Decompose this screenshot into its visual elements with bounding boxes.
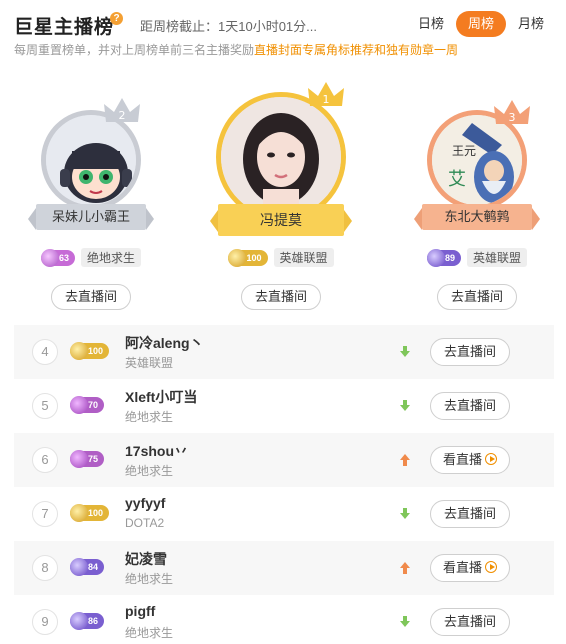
subtitle: 每周重置榜单，并对上周榜单前三名主播奖励直播封面专属角标推荐和独有勋章一周 <box>14 41 458 58</box>
trend-up-icon <box>400 454 410 466</box>
level-orb-icon <box>70 612 88 630</box>
go-live-room-button[interactable]: 去直播间 <box>430 500 510 528</box>
level-badge: 86 <box>70 612 105 630</box>
trend-down-icon <box>400 616 410 627</box>
svg-text:1: 1 <box>323 93 330 106</box>
question-icon[interactable]: ? <box>110 12 123 25</box>
rank-number: 8 <box>32 555 58 581</box>
level-badge: 89 <box>426 248 461 267</box>
level-badge: 100 <box>70 504 110 522</box>
watch-live-button[interactable]: 看直播 <box>430 554 510 582</box>
podium-rank-3: 王元 艾 3 东北大鹌鹑 89 英雄联盟 去直播间 <box>412 80 542 310</box>
streamer-name-ribbon: 东北大鹌鹑 <box>414 204 540 230</box>
gold-crown-icon: 1 <box>308 82 344 106</box>
tab-daily[interactable]: 日榜 <box>410 11 452 37</box>
level-orb-icon <box>228 248 247 267</box>
svg-text:王元: 王元 <box>452 144 476 158</box>
streamer-name[interactable]: 妃凌雪 <box>125 549 167 569</box>
game-name: 绝地求生 <box>125 410 174 424</box>
rank-number: 6 <box>32 447 58 473</box>
tab-monthly[interactable]: 月榜 <box>510 11 552 37</box>
list-item: 7 100 yyfyyf DOTA2 去直播间 <box>14 487 554 541</box>
level-badge: 75 <box>70 450 105 468</box>
trend-down-icon <box>400 508 410 519</box>
deadline-text: 距周榜截止：1天10小时01分... <box>140 19 317 34</box>
streamer-meta: 63 绝地求生 <box>26 248 156 267</box>
avatar-wrap: 1 冯提莫 <box>210 80 352 236</box>
go-live-room-button[interactable]: 去直播间 <box>51 284 131 310</box>
streamer-meta: 100 英雄联盟 <box>216 248 346 267</box>
podium-rank-2: 2 呆妹儿小霸王 63 绝地求生 去直播间 <box>26 80 156 310</box>
go-live-room-button[interactable]: 去直播间 <box>241 284 321 310</box>
streamer-meta: 89 英雄联盟 <box>412 248 542 267</box>
rank-number: 5 <box>32 393 58 419</box>
level-orb-icon <box>70 450 88 468</box>
header: 巨星主播榜 ? 距周榜截止：1天10小时01分... 日榜 周榜 月榜 <box>14 10 554 40</box>
avatar[interactable] <box>216 92 346 222</box>
svg-text:3: 3 <box>509 111 516 124</box>
podium-rank-1: 1 冯提莫 100 英雄联盟 去直播间 <box>210 80 352 310</box>
level-badge: 100 <box>70 342 110 360</box>
play-icon <box>485 453 497 465</box>
rank-number: 9 <box>32 609 58 635</box>
streamer-name-ribbon: 冯提莫 <box>210 204 352 236</box>
level-orb-icon <box>70 396 88 414</box>
silver-crown-icon: 2 <box>104 98 140 122</box>
list-item: 8 84 妃凌雪 绝地求生 看直播 <box>14 541 554 595</box>
game-name: DOTA2 <box>125 516 165 530</box>
subtitle-highlight: 直播封面专属角标推荐和独有勋章一周 <box>254 43 459 57</box>
streamer-name[interactable]: Xleft小叮当 <box>125 387 197 407</box>
watch-live-button[interactable]: 看直播 <box>430 446 510 474</box>
period-tabs: 日榜 周榜 月榜 <box>410 11 552 37</box>
level-badge: 63 <box>40 248 75 267</box>
bronze-crown-icon: 3 <box>494 100 530 124</box>
level-badge: 100 <box>228 248 268 267</box>
svg-text:2: 2 <box>119 109 126 122</box>
level-orb-icon <box>70 342 88 360</box>
go-live-room-button[interactable]: 去直播间 <box>430 392 510 420</box>
go-live-room-button[interactable]: 去直播间 <box>437 284 517 310</box>
streamer-name[interactable]: 阿冷aleng丶 <box>125 333 204 353</box>
list-item: 9 86 pigff 绝地求生 去直播间 <box>14 595 554 644</box>
tab-weekly[interactable]: 周榜 <box>455 11 506 37</box>
trend-down-icon <box>400 400 410 411</box>
rank-number: 7 <box>32 501 58 527</box>
avatar-wrap: 王元 艾 3 东北大鹌鹑 <box>412 80 542 230</box>
game-name: 绝地求生 <box>125 464 174 478</box>
list-item: 6 75 17shou丷 绝地求生 看直播 <box>14 433 554 487</box>
rank-number: 4 <box>32 339 58 365</box>
trend-up-icon <box>400 562 410 574</box>
level-badge: 70 <box>70 396 105 414</box>
go-live-room-button[interactable]: 去直播间 <box>430 338 510 366</box>
subtitle-plain: 每周重置榜单，并对上周榜单前三名主播奖励 <box>14 43 255 57</box>
streamer-name[interactable]: 17shou丷 <box>125 441 188 461</box>
level-badge: 84 <box>70 558 105 576</box>
level-orb-icon <box>426 248 445 267</box>
level-orb-icon <box>70 504 88 522</box>
page-title: 巨星主播榜 <box>14 17 115 38</box>
list-item: 4 100 阿冷aleng丶 英雄联盟 去直播间 <box>14 325 554 379</box>
game-tag: 绝地求生 <box>81 248 142 267</box>
svg-text:艾: 艾 <box>448 169 466 190</box>
level-orb-icon <box>70 558 88 576</box>
ranking-list: 4 100 阿冷aleng丶 英雄联盟 去直播间 5 70 Xleft小叮当 绝… <box>14 325 554 644</box>
trend-down-icon <box>400 346 410 357</box>
list-item: 5 70 Xleft小叮当 绝地求生 去直播间 <box>14 379 554 433</box>
game-tag: 英雄联盟 <box>467 248 528 267</box>
streamer-name-ribbon: 呆妹儿小霸王 <box>28 204 154 230</box>
game-name: 英雄联盟 <box>125 356 174 370</box>
watch-live-label: 看直播 <box>442 452 482 467</box>
level-orb-icon <box>40 248 59 267</box>
streamer-name[interactable]: pigff <box>125 603 155 619</box>
game-name: 绝地求生 <box>125 626 174 640</box>
avatar-wrap: 2 呆妹儿小霸王 <box>26 80 156 230</box>
go-live-room-button[interactable]: 去直播间 <box>430 608 510 636</box>
game-name: 绝地求生 <box>125 572 174 586</box>
game-tag: 英雄联盟 <box>273 248 334 267</box>
watch-live-label: 看直播 <box>442 560 482 575</box>
play-icon <box>485 561 497 573</box>
streamer-name[interactable]: yyfyyf <box>125 495 165 511</box>
